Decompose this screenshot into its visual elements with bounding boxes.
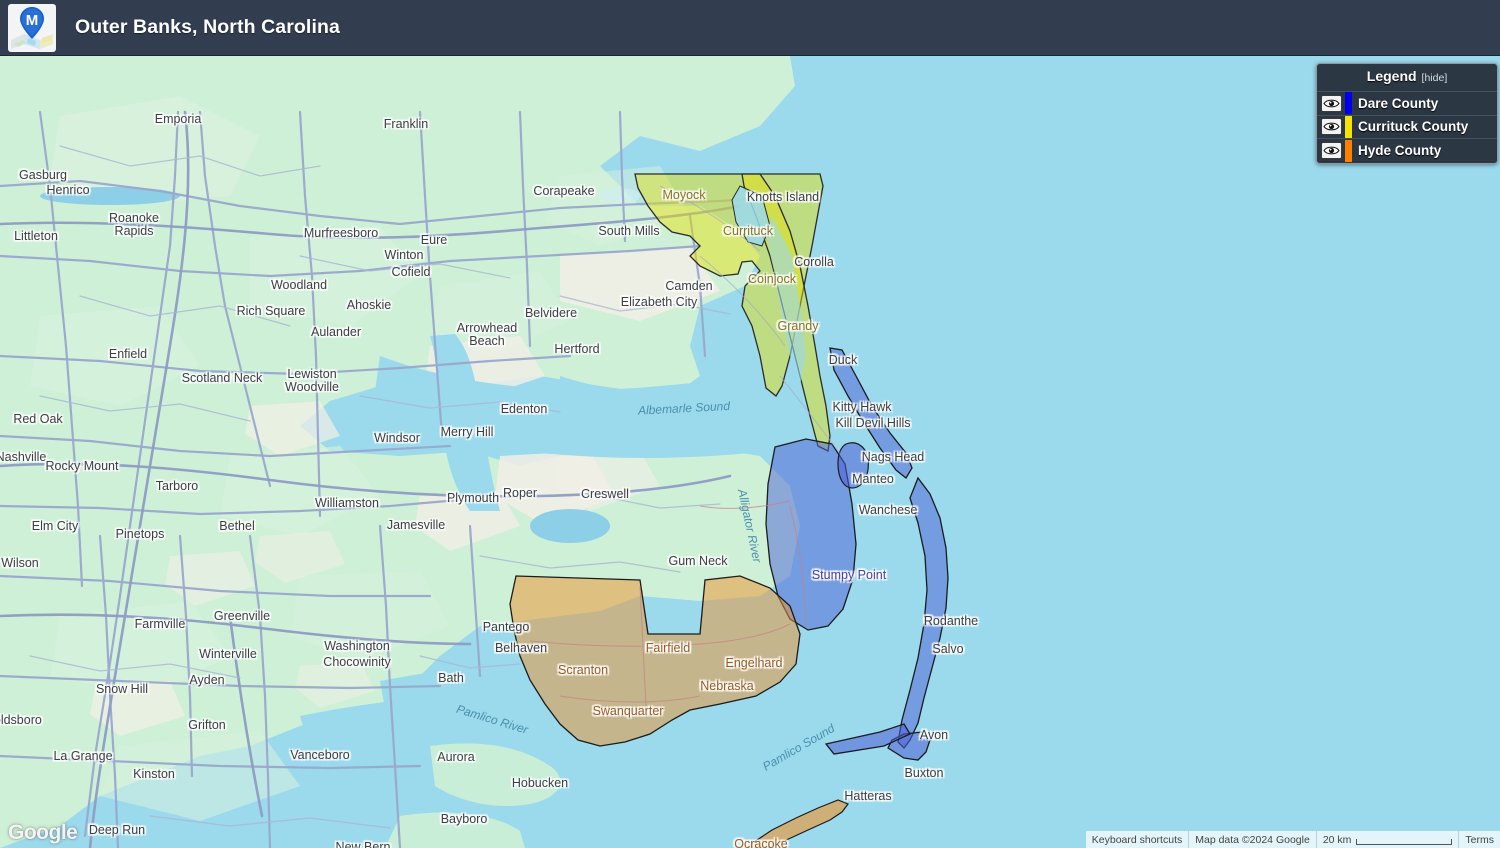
map-pin-logo-icon: M bbox=[8, 4, 56, 52]
svg-text:M: M bbox=[26, 12, 39, 29]
legend-panel[interactable]: Legend [hide] Dare County Currituck County… bbox=[1316, 63, 1498, 164]
legend-rows: Dare County Currituck County Hyde County bbox=[1317, 92, 1497, 163]
scale-bar-graphic bbox=[1356, 839, 1452, 845]
legend-header: Legend [hide] bbox=[1317, 64, 1497, 92]
legend-item-label: Dare County bbox=[1358, 96, 1438, 111]
map-data-attribution: Map data ©2024 Google bbox=[1188, 831, 1316, 848]
scale-label: 20 km bbox=[1323, 834, 1352, 846]
legend-item-label: Currituck County bbox=[1358, 119, 1468, 134]
map-scale: 20 km bbox=[1316, 831, 1459, 848]
legend-item-label: Hyde County bbox=[1358, 143, 1441, 158]
google-watermark: Google bbox=[8, 821, 77, 845]
app-header: M Outer Banks, North Carolina bbox=[0, 0, 1500, 56]
map-application: M Outer Banks, North Carolina .land { fi… bbox=[0, 0, 1500, 848]
legend-color-swatch bbox=[1345, 92, 1352, 114]
legend-hide-button[interactable]: [hide] bbox=[1422, 72, 1448, 84]
legend-color-swatch bbox=[1345, 116, 1352, 138]
eye-icon[interactable] bbox=[1321, 142, 1342, 159]
legend-title: Legend bbox=[1367, 68, 1417, 84]
legend-color-swatch bbox=[1345, 140, 1352, 162]
legend-row[interactable]: Currituck County bbox=[1317, 116, 1497, 140]
terms-link[interactable]: Terms bbox=[1458, 831, 1500, 848]
page-title: Outer Banks, North Carolina bbox=[75, 16, 340, 39]
keyboard-shortcuts-button[interactable]: Keyboard shortcuts bbox=[1086, 831, 1188, 848]
eye-icon[interactable] bbox=[1321, 118, 1342, 135]
eye-icon[interactable] bbox=[1321, 95, 1342, 112]
legend-row[interactable]: Hyde County bbox=[1317, 139, 1497, 163]
map-canvas[interactable]: .land { fill:#cdf0d6; } .land2 { fill:#d… bbox=[0, 56, 1500, 848]
legend-row[interactable]: Dare County bbox=[1317, 92, 1497, 116]
map-attribution-bar: Keyboard shortcuts Map data ©2024 Google… bbox=[1086, 831, 1500, 848]
map-graphics: .land { fill:#cdf0d6; } .land2 { fill:#d… bbox=[0, 56, 1500, 848]
